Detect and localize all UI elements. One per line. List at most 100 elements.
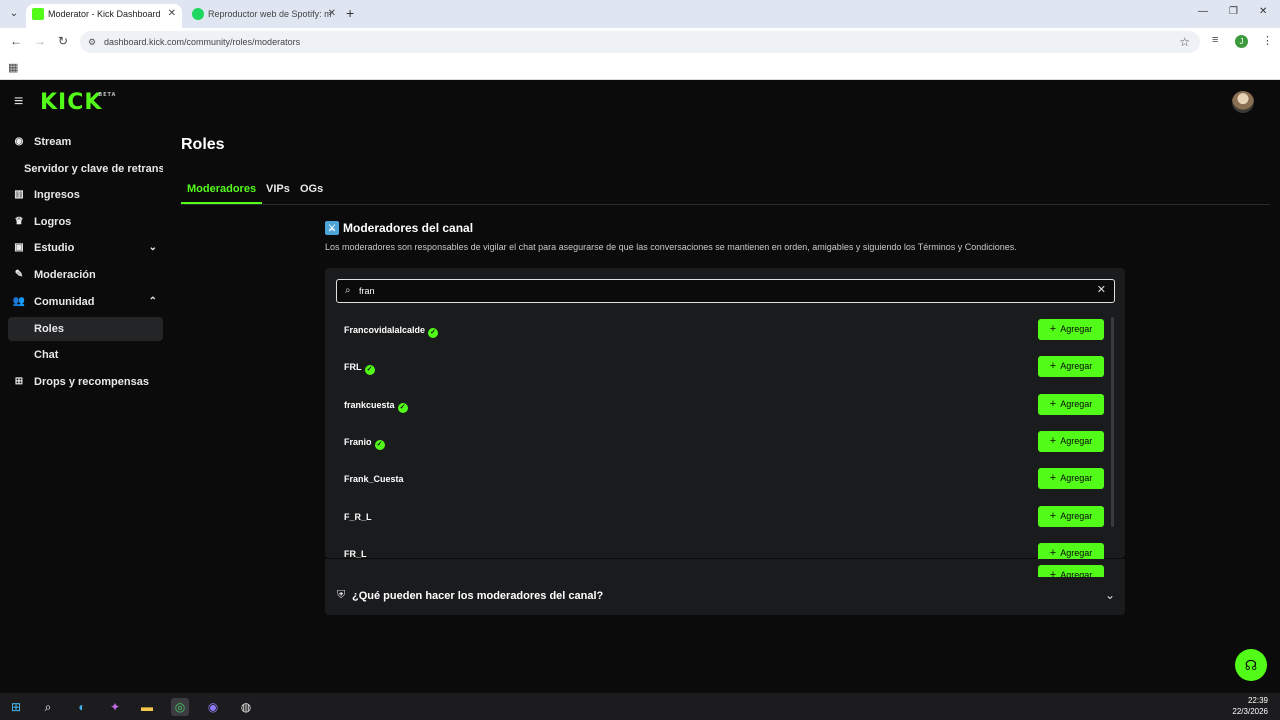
username: F_R_L [344,512,372,522]
chrome-icon[interactable]: ◎ [171,698,189,716]
add-moderator-button[interactable]: + Agregar [1038,394,1104,415]
search-input[interactable] [359,283,1079,299]
search-icon[interactable]: ⌕ [39,698,57,716]
bookmarks-bar: ▦ [0,56,1280,80]
url-field[interactable]: ⚙ dashboard.kick.com/community/roles/mod… [80,31,1200,53]
add-moderator-button[interactable]: + Agregar [1038,356,1104,377]
browser-tab-spotify[interactable]: Reproductor web de Spotify: m ✕ [186,4,342,28]
new-tab-icon[interactable]: + [346,5,354,21]
tab-vips[interactable]: VIPs [266,179,290,204]
add-moderator-button[interactable]: + Agregar [1038,319,1104,340]
results-scrollbar[interactable] [1111,317,1114,527]
add-moderator-button[interactable]: + Agregar [1038,565,1104,577]
kick-favicon-icon [32,8,44,20]
trophy-icon: ♛ [14,216,24,227]
page-title: Roles [181,136,225,153]
verified-badge-icon: ✓ [397,403,408,413]
user-avatar[interactable] [1232,91,1254,113]
add-moderator-button[interactable]: + Agregar [1038,506,1104,527]
media-controls-icon[interactable]: ≡ [1212,34,1218,46]
list-item: frankcuesta ✓ + Agregar [325,388,1115,425]
sidebar-item-comunidad[interactable]: 👥 Comunidad ⌃ [8,290,163,314]
close-tab-icon[interactable]: ✕ [328,4,336,24]
shield-icon: ⛨ [337,589,346,601]
username: FRL [344,362,362,372]
support-button[interactable]: ☊ [1235,649,1267,681]
file-explorer-icon[interactable]: ▬ [138,698,156,716]
users-icon: 👥 [12,296,26,307]
add-moderator-button[interactable]: + Agregar [1038,468,1104,489]
windows-start-icon[interactable]: ⊞ [7,698,25,716]
clear-search-icon[interactable]: ✕ [1097,283,1106,296]
sidebar-item-logros[interactable]: ♛ Logros [8,210,163,234]
site-info-icon[interactable]: ⚙ [88,31,96,53]
reload-icon[interactable]: ↻ [58,34,68,48]
obs-icon[interactable]: ◍ [237,698,255,716]
tab-search-icon[interactable]: ⌄ [6,6,22,22]
moderator-search-panel: ⌕ ✕ Francovidalalcalde✓ +Agregar FRL✓ +A… [325,268,1125,564]
forward-icon[interactable]: → [34,34,46,48]
plus-icon: + [1049,435,1057,447]
kick-logo[interactable]: KICK BETA [40,90,115,115]
username: frankcuesta [344,400,395,410]
plus-icon: + [1049,472,1057,484]
apps-grid-icon[interactable]: ▦ [8,61,18,74]
verified-badge-icon: ✓ [364,365,375,375]
list-item: F_R_L + Agregar [325,500,1115,537]
tab-ogs[interactable]: OGs [300,179,323,204]
minimize-icon[interactable]: — [1198,6,1208,17]
gift-icon: ⊞ [14,376,24,387]
list-item: FRL ✓ + Agregar [325,350,1115,387]
sidebar-item-drops[interactable]: ⊞ Drops y recompensas [8,370,163,394]
close-tab-icon[interactable]: ✕ [168,4,176,24]
faq-accordion[interactable]: ⛨ ¿Qué pueden hacer los moderadores del … [325,577,1125,615]
username: Franio [344,437,372,447]
sidebar-item-chat[interactable]: Chat [8,343,163,367]
verified-badge-icon: ✓ [374,440,385,450]
studio-icon: ▣ [14,242,24,253]
username: Francovidalalcalde [344,325,426,335]
plus-icon: + [1049,398,1057,410]
back-icon[interactable]: ← [10,34,22,48]
sidebar-item-moderacion[interactable]: ✎ Moderación [8,263,163,287]
sidebar-item-server-key[interactable]: Servidor y clave de retransmisión [8,157,163,181]
system-clock[interactable]: 22:39 22/3/2026 [1232,695,1268,717]
search-icon: ⌕ [345,285,351,296]
username: FR_L [344,549,367,559]
browser-menu-icon[interactable]: ⋮ [1262,34,1273,47]
list-item: Frank_Cuesta + Agregar [325,462,1115,499]
tab-moderadores[interactable]: Moderadores [181,179,263,204]
sidebar-item-roles[interactable]: Roles [8,317,163,341]
sidebar-item-stream[interactable]: ◉ Stream [8,130,163,154]
add-moderator-button[interactable]: + Agregar [1038,431,1104,452]
copilot-icon[interactable]: ✦ [106,698,124,716]
section-title: ⚔ Moderadores del canal [325,220,473,236]
close-window-icon[interactable]: ✕ [1259,6,1267,17]
results-overflow: + Agregar [325,559,1125,577]
sidebar-item-estudio[interactable]: ▣ Estudio ⌄ [8,236,163,260]
faq-question: ¿Qué pueden hacer los moderadores del ca… [352,590,604,602]
hamburger-menu-icon[interactable]: ≡ [14,93,23,111]
tab-title: Reproductor web de Spotify: m [208,9,332,19]
list-item: Franio ✓ + Agregar [325,425,1115,462]
sword-icon: ⚔ [325,221,339,235]
restore-icon[interactable]: ❐ [1229,6,1238,17]
section-description: Los moderadores son responsables de vigi… [325,242,1017,252]
browser-tab-bar: ⌄ Moderator - Kick Dashboard ✕ Reproduct… [0,0,1280,28]
chevron-down-icon: ⌄ [1104,588,1115,602]
plus-icon: + [1049,323,1057,335]
plus-icon: + [1049,569,1057,577]
app-icon[interactable]: ◉ [204,698,222,716]
browser-tab-kick[interactable]: Moderator - Kick Dashboard ✕ [26,4,182,28]
chart-icon: ▥ [14,189,24,200]
sidebar-item-ingresos[interactable]: ▥ Ingresos [8,183,163,207]
role-tabs: Moderadores VIPs OGs [181,179,1270,205]
plus-icon: + [1049,360,1057,372]
url-text: dashboard.kick.com/community/roles/moder… [104,37,301,47]
chevron-up-icon: ⌃ [148,296,157,307]
edge-icon[interactable]: ◐ [73,698,91,716]
search-box: ⌕ ✕ [336,279,1115,303]
bookmark-star-icon[interactable]: ☆ [1179,31,1190,53]
profile-avatar[interactable]: J [1235,35,1248,48]
chevron-down-icon: ⌄ [148,242,157,253]
